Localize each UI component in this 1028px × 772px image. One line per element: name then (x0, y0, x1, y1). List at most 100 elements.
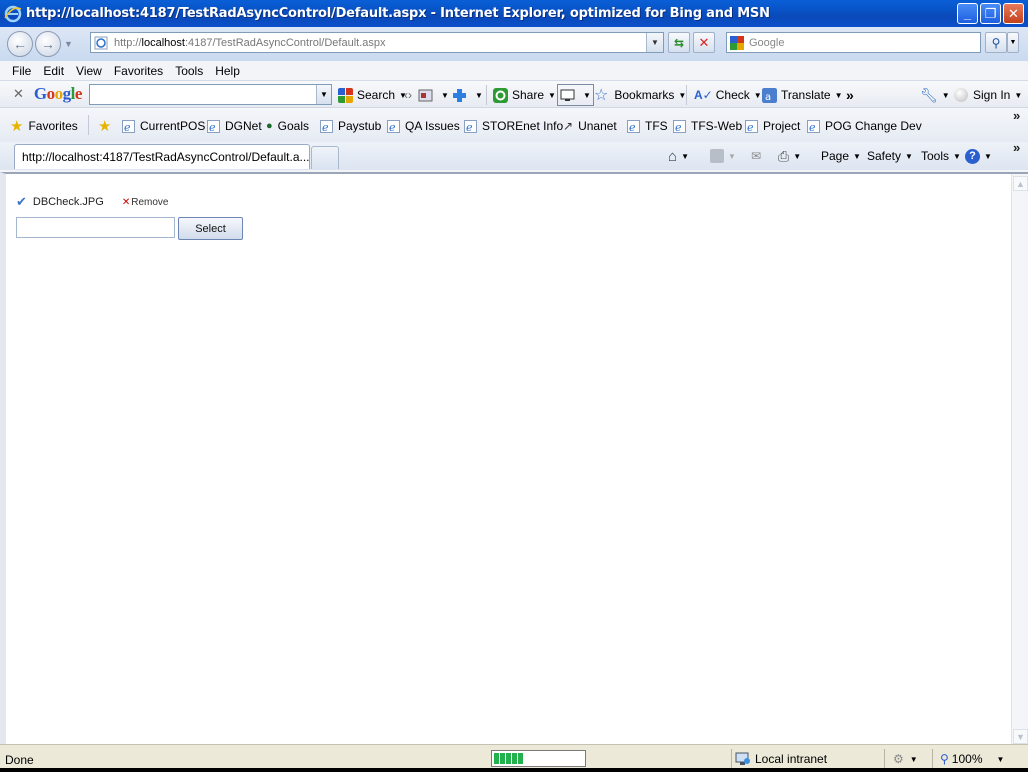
zoom-control[interactable]: ⚲ 100% ▼ (940, 752, 1004, 766)
protected-mode-button[interactable]: ⚙ ▼ (893, 752, 918, 766)
minimize-icon: _ (963, 6, 972, 21)
search-go-button[interactable]: ⚲ (985, 32, 1007, 53)
favorites-separator (88, 115, 89, 135)
remove-x-icon: ✕ (121, 196, 131, 208)
feeds-button[interactable]: ▼ (710, 148, 736, 164)
share-button[interactable]: Share ▼ (493, 86, 556, 104)
tab-active[interactable]: http://localhost:4187/TestRadAsyncContro… (14, 144, 310, 169)
back-button[interactable]: ← (7, 31, 33, 57)
favorite-tfs[interactable]: e TFS (627, 118, 668, 134)
file-path-input[interactable] (16, 217, 175, 238)
google-search-dropdown[interactable]: ▼ (316, 85, 331, 104)
stop-button[interactable]: ✕ (693, 32, 715, 53)
scroll-up-icon[interactable]: ▲ (1013, 176, 1028, 191)
share-icon (493, 87, 508, 103)
home-icon: ⌂ (668, 147, 678, 165)
more-tools-button[interactable]: » (846, 86, 854, 104)
chevron-down-icon: ▼ (1009, 39, 1017, 46)
refresh-button[interactable]: ⇆ (668, 32, 690, 53)
menu-help[interactable]: Help (215, 64, 240, 78)
read-mail-button[interactable]: ✉ (751, 148, 761, 164)
minimize-button[interactable]: _ (957, 3, 978, 24)
command-overflow-icon[interactable]: » (1013, 140, 1020, 155)
translate-icon: a (762, 87, 777, 103)
favorite-unanet[interactable]: ↗ Unanet (563, 118, 617, 134)
menu-favorites[interactable]: Favorites (114, 64, 163, 78)
search-placeholder: Google (749, 36, 785, 49)
monitor-icon (560, 89, 575, 101)
uploaded-file-name: DBCheck.JPG (32, 196, 104, 208)
help-icon: ? (965, 148, 980, 164)
google-search-input[interactable]: ▼ (89, 84, 332, 105)
chevron-down-icon: ▼ (1014, 90, 1023, 100)
google-search-button[interactable]: Search ▼ (338, 86, 407, 104)
menu-edit[interactable]: Edit (43, 64, 64, 78)
favorite-label: TFS (645, 119, 668, 133)
home-button[interactable]: ⌂ ▼ (668, 147, 689, 165)
translate-button[interactable]: a Translate ▼ (762, 86, 843, 104)
favorite-project[interactable]: e Project (745, 118, 800, 134)
spell-check-button[interactable]: A✓ Check ▼ (694, 86, 762, 104)
chevron-down-icon: ▼ (728, 151, 736, 161)
svg-text:e: e (809, 121, 816, 133)
favorite-tfs-web[interactable]: e TFS-Web (673, 118, 742, 134)
window-controls: _ ❐ ✕ (957, 3, 1024, 24)
favorite-label: Goals (277, 119, 310, 133)
new-tab-button[interactable] (311, 146, 339, 169)
ie-page-icon: e (122, 119, 135, 133)
help-menu-button[interactable]: ? ▼ (965, 148, 992, 164)
safety-menu-button[interactable]: Safety ▼ (867, 148, 913, 164)
stop-icon: ✕ (698, 34, 710, 50)
forward-button[interactable]: → (35, 31, 61, 57)
page-tools-button[interactable]: ▼ (418, 86, 449, 104)
print-button[interactable]: ⎙ ▼ (778, 148, 801, 164)
address-dropdown-button[interactable]: ▼ (646, 33, 663, 52)
user-icon (954, 88, 968, 102)
printer-icon: ⎙ (778, 147, 790, 164)
address-field[interactable]: http://localhost:4187/TestRadAsyncContro… (90, 32, 664, 53)
favorites-overflow-icon[interactable]: » (1013, 108, 1020, 123)
menu-file[interactable]: File (12, 64, 31, 78)
sign-in-button[interactable]: Sign In ▼ (954, 86, 1022, 104)
tools-menu-button[interactable]: Tools ▼ (921, 148, 961, 164)
favorite-qa-issues[interactable]: e QA Issues (387, 118, 460, 134)
favorite-goals[interactable]: ● Goals (266, 118, 309, 134)
bookmarks-button[interactable]: ☆ Bookmarks ▼ (594, 86, 686, 104)
plus-icon (453, 88, 466, 102)
google-search-icon (338, 87, 353, 103)
favorite-currentpos[interactable]: e CurrentPOS (122, 118, 205, 134)
select-button[interactable]: Select (178, 217, 243, 240)
menu-tools[interactable]: Tools (175, 64, 203, 78)
favorite-pog-change-dev[interactable]: e POG Change Dev (807, 118, 922, 134)
scroll-down-icon[interactable]: ▼ (1013, 729, 1028, 744)
security-zone[interactable]: Local intranet (735, 752, 827, 766)
favorite-dgnet[interactable]: e DGNet (207, 118, 262, 134)
chevron-down-icon: ▼ (753, 90, 762, 100)
popup-blocker-button[interactable]: ‹› (404, 86, 412, 104)
favorite-storenet-info[interactable]: e STOREnet Info (464, 118, 563, 134)
google-icon (730, 35, 744, 50)
favorite-paystub[interactable]: e Paystub (320, 118, 381, 134)
chevron-down-icon: ▼ (909, 754, 918, 764)
add-to-favorites-button[interactable]: ★ (98, 118, 111, 135)
svg-text:e: e (675, 121, 682, 133)
remove-file-button[interactable]: ✕ Remove (122, 197, 169, 208)
page-rank-icon (418, 89, 433, 101)
sidebar-button[interactable]: ▼ (557, 84, 594, 106)
svg-text:e: e (209, 121, 216, 133)
search-options-dropdown[interactable]: ▼ (1007, 32, 1019, 53)
search-field[interactable]: Google (726, 32, 981, 53)
favorites-button[interactable]: ★ Favorites (10, 118, 78, 135)
bookmarks-label: Bookmarks (614, 88, 675, 102)
translate-label: Translate (781, 88, 831, 102)
close-toolbar-icon[interactable]: ✕ (13, 86, 24, 102)
vertical-scrollbar[interactable]: ▲ ▼ (1011, 174, 1028, 746)
menu-view[interactable]: View (76, 64, 102, 78)
history-dropdown-icon[interactable]: ▼ (64, 39, 73, 49)
svg-text:e: e (466, 121, 473, 133)
close-window-button[interactable]: ✕ (1003, 3, 1024, 24)
add-button[interactable]: ▼ (452, 86, 483, 104)
wrench-settings-button[interactable]: 🔧︎ ▼ (920, 86, 950, 104)
maximize-button[interactable]: ❐ (980, 3, 1001, 24)
page-menu-button[interactable]: Page ▼ (821, 148, 861, 164)
